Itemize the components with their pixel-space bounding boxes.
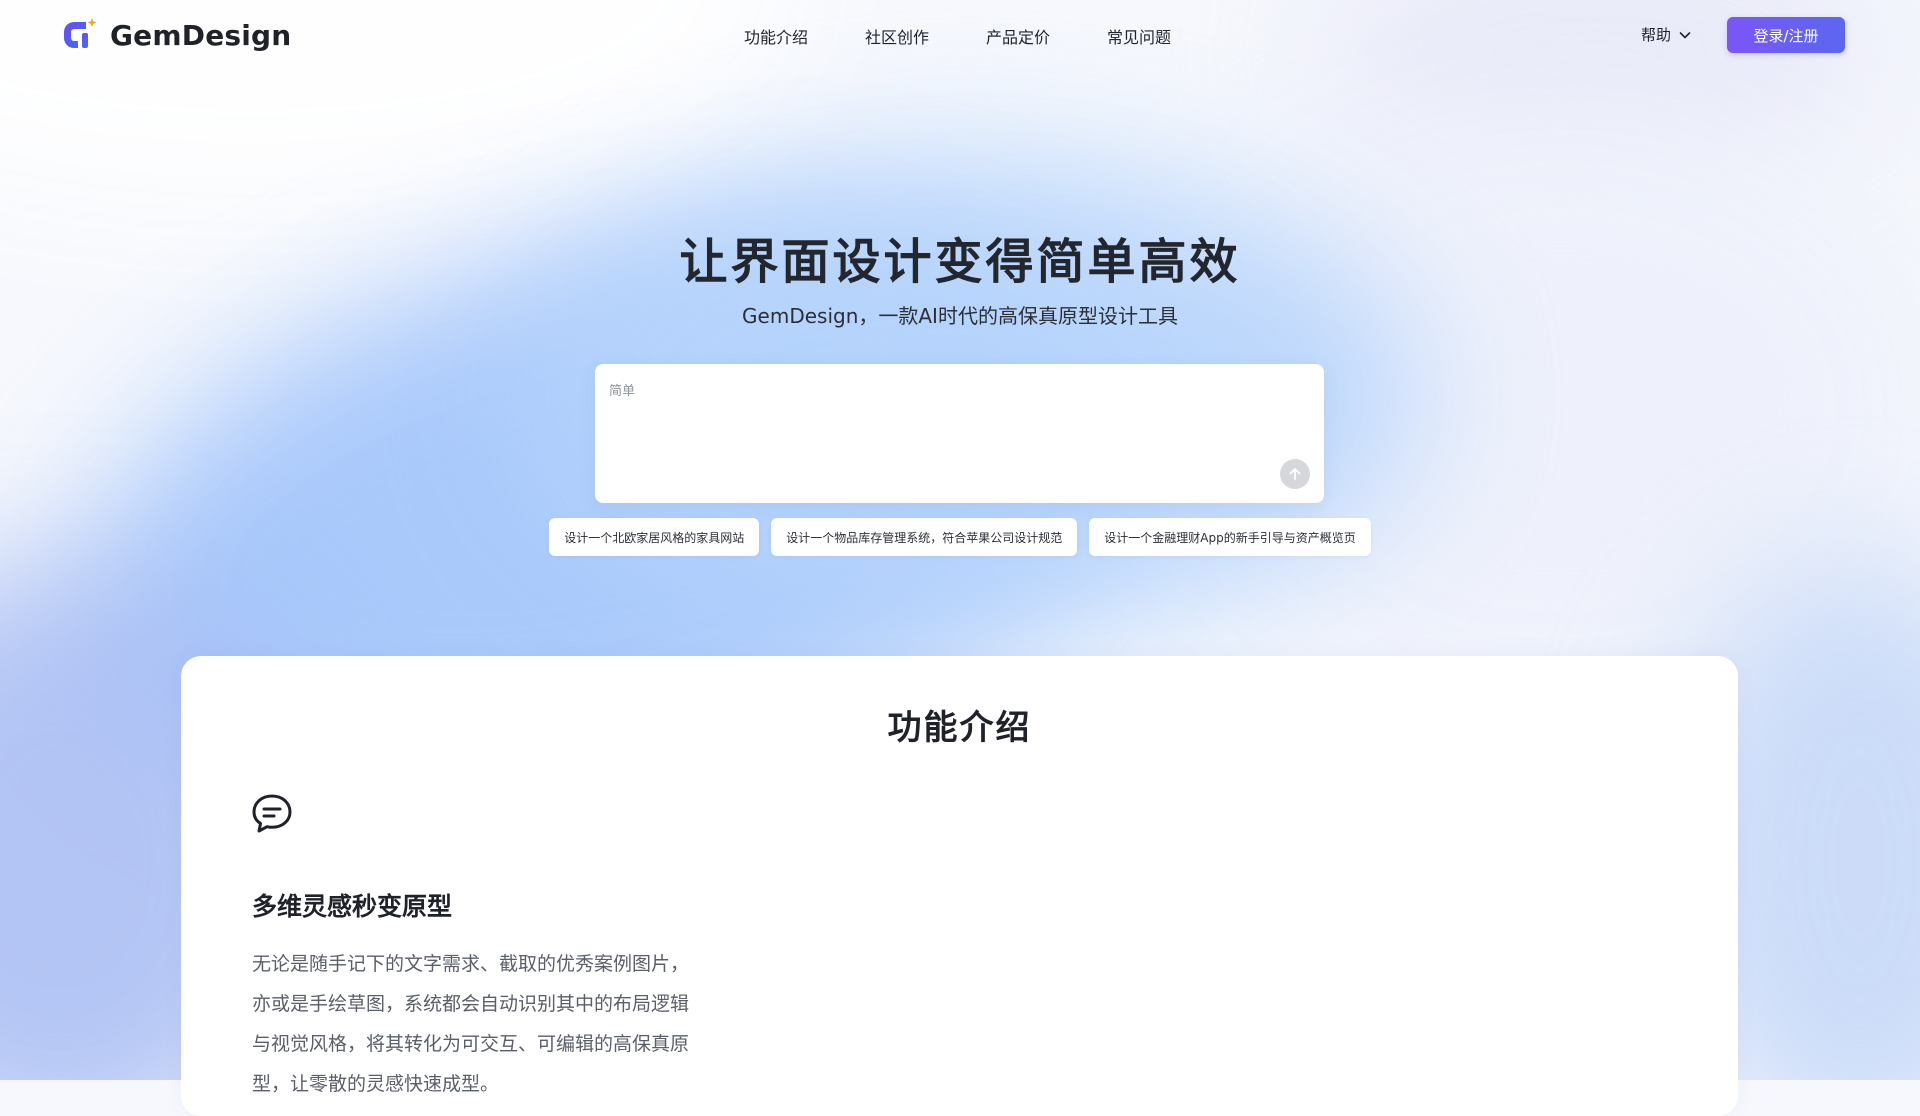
- brand[interactable]: GemDesign: [60, 16, 291, 54]
- send-button[interactable]: [1280, 459, 1310, 489]
- feature-title: 多维灵感秒变原型: [252, 892, 453, 921]
- prompt-input[interactable]: [609, 380, 1299, 470]
- nav-item-pricing[interactable]: 产品定价: [986, 24, 1050, 48]
- login-register-button[interactable]: 登录/注册: [1727, 17, 1845, 53]
- nav-item-features[interactable]: 功能介绍: [744, 24, 808, 48]
- suggestion-chips: 设计一个北欧家居风格的家具网站 设计一个物品库存管理系统，符合苹果公司设计规范 …: [0, 518, 1920, 556]
- arrow-up-icon: [1289, 468, 1301, 480]
- suggestion-chip[interactable]: 设计一个金融理财App的新手引导与资产概览页: [1089, 518, 1371, 556]
- brand-name: GemDesign: [110, 18, 292, 52]
- feature-description: 无论是随手记下的文字需求、截取的优秀案例图片，亦或是手绘草图，系统都会自动识别其…: [252, 953, 690, 1095]
- main-menu: 功能介绍 社区创作 产品定价 常见问题: [744, 24, 1228, 48]
- features-card: 功能介绍 多维灵感秒变原型 无论是随手记下的文字需求、截取的优秀案例图片，亦或是…: [181, 656, 1738, 1116]
- chat-bubble-icon: [252, 794, 292, 833]
- suggestion-chip[interactable]: 设计一个北欧家居风格的家具网站: [549, 518, 760, 556]
- features-section-title: 功能介绍: [887, 708, 1032, 748]
- top-navbar: GemDesign 功能介绍 社区创作 产品定价 常见问题 帮助 登录/注册: [0, 0, 1920, 70]
- nav-item-faq[interactable]: 常见问题: [1107, 24, 1171, 48]
- nav-item-community[interactable]: 社区创作: [865, 24, 929, 48]
- hero-title: 让界面设计变得简单高效: [679, 234, 1241, 290]
- help-dropdown[interactable]: 帮助: [1641, 24, 1692, 45]
- help-label: 帮助: [1641, 26, 1672, 44]
- hero-subtitle: GemDesign，一款AI时代的高保真原型设计工具: [742, 304, 1178, 328]
- chevron-down-icon: [1679, 31, 1691, 38]
- suggestion-chip[interactable]: 设计一个物品库存管理系统，符合苹果公司设计规范: [771, 518, 1078, 556]
- gemdesign-logo-icon: [64, 18, 97, 48]
- prompt-box: [595, 364, 1324, 503]
